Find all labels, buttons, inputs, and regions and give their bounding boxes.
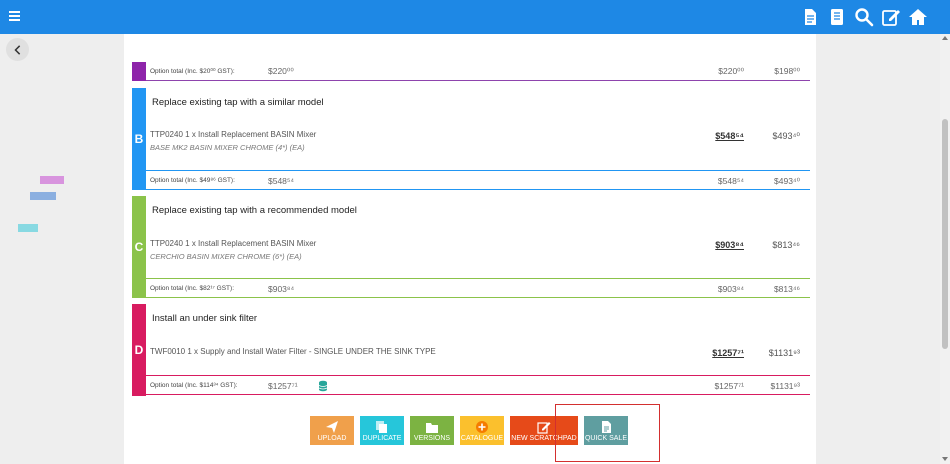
option-total-price: $220⁰⁰ <box>718 66 744 76</box>
line-item: TTP0240 1 x Install Replacement BASIN Mi… <box>150 130 316 139</box>
option-total-row: Option total (Inc. $49⁸⁶ GST): $548⁵⁴ $5… <box>146 170 810 190</box>
item-code: TWF0010 <box>150 347 186 356</box>
versions-button[interactable]: VERSIONS <box>410 416 454 445</box>
versions-button-label: VERSIONS <box>413 435 451 442</box>
back-button[interactable] <box>6 38 29 61</box>
item-description: x Supply and Install Water Filter - SING… <box>194 347 436 356</box>
option-d[interactable]: D Install an under sink filter TWF0010 1… <box>132 304 810 396</box>
upload-button[interactable]: UPLOAD <box>310 416 354 445</box>
duplicate-icon <box>376 421 387 433</box>
top-toolbar <box>800 7 928 27</box>
item-code: TTP0240 <box>150 130 183 139</box>
item-code: TTP0240 <box>150 239 183 248</box>
option-total-label: Option total (Inc. $49⁸⁶ GST): <box>150 177 235 184</box>
option-total-alt-price: $1131⁹³ <box>770 381 800 391</box>
top-app-bar <box>0 0 950 34</box>
edit-icon[interactable] <box>881 7 901 27</box>
item-alt-price: $813⁴⁶ <box>772 240 800 250</box>
item-qty: 1 <box>185 130 190 139</box>
plus-circle-icon <box>476 421 488 433</box>
item-alt-price: $493⁴⁰ <box>772 131 801 141</box>
option-total-row-previous: Option total (Inc. $20⁰⁰ GST): $220⁰⁰ $2… <box>132 62 810 81</box>
scroll-up-icon[interactable] <box>942 36 948 40</box>
catalogue-button[interactable]: CATALOGUE <box>460 416 504 445</box>
option-total-row: Option total (Inc. $114³⁴ GST): $1257⁷¹ … <box>146 375 810 395</box>
render-artifact <box>30 192 56 200</box>
document-icon[interactable] <box>800 7 820 27</box>
duplicate-button[interactable]: DUPLICATE <box>360 416 404 445</box>
edit-icon <box>537 422 551 434</box>
catalogue-button-label: CATALOGUE <box>460 435 504 442</box>
item-subdescription: BASE MK2 BASIN MIXER CHROME (4*) (EA) <box>150 143 305 152</box>
option-total-value: $903⁸⁴ <box>268 284 295 294</box>
option-title: Replace existing tap with a similar mode… <box>152 97 324 108</box>
option-letter-badge: B <box>132 88 146 190</box>
option-title: Install an under sink filter <box>152 313 258 324</box>
stack-icon[interactable] <box>318 380 328 392</box>
option-total-price: $1257⁷¹ <box>714 381 744 391</box>
duplicate-button-label: DUPLICATE <box>362 435 402 442</box>
option-total-alt-price: $813⁴⁶ <box>773 284 800 294</box>
option-total-alt-price: $493⁴⁰ <box>774 176 800 186</box>
option-total-price: $548⁵⁴ <box>717 176 744 186</box>
render-artifact <box>18 224 38 232</box>
scrollbar-thumb[interactable] <box>942 119 948 349</box>
option-total-label: Option total (Inc. $114³⁴ GST): <box>150 382 238 389</box>
notes-icon[interactable] <box>827 7 847 27</box>
item-price[interactable]: $903⁸⁴ <box>715 240 744 250</box>
item-description: x Install Replacement BASIN Mixer <box>191 239 317 248</box>
send-icon <box>326 421 338 433</box>
option-letter-badge: D <box>132 304 146 396</box>
item-qty: 1 <box>185 239 190 248</box>
option-color-bar <box>132 62 146 81</box>
render-artifact <box>40 176 64 184</box>
home-icon[interactable] <box>908 7 928 27</box>
option-total-label: Option total (Inc. $82¹⁷ GST): <box>150 285 234 292</box>
item-alt-price: $1131⁹³ <box>768 348 800 358</box>
option-total-row: Option total (Inc. $82¹⁷ GST): $903⁸⁴ $9… <box>146 278 810 298</box>
scroll-down-icon[interactable] <box>942 457 948 461</box>
menu-icon[interactable] <box>9 11 20 21</box>
item-description: x Install Replacement BASIN Mixer <box>191 130 317 139</box>
item-price[interactable]: $548⁵⁴ <box>715 131 744 141</box>
line-item: TWF0010 1 x Supply and Install Water Fil… <box>150 347 436 356</box>
annotation-highlight-box <box>555 404 660 462</box>
option-total-value: $548⁵⁴ <box>268 176 295 186</box>
upload-button-label: UPLOAD <box>317 435 347 442</box>
item-subdescription: CERCHIO BASIN MIXER CHROME (6*) (EA) <box>150 252 302 261</box>
option-total-value: $220⁰⁰ <box>268 66 294 76</box>
option-b[interactable]: B Replace existing tap with a similar mo… <box>132 88 810 190</box>
option-total-alt-price: $198⁰⁰ <box>774 66 800 76</box>
item-qty: 1 <box>187 347 192 356</box>
option-total-value: $1257⁷¹ <box>268 381 298 391</box>
chevron-left-icon <box>13 44 20 55</box>
option-total-price: $903⁸⁴ <box>717 284 744 294</box>
option-letter-badge: C <box>132 196 146 298</box>
item-price[interactable]: $1257⁷¹ <box>712 348 744 358</box>
vertical-scrollbar[interactable] <box>940 34 950 464</box>
line-item: TTP0240 1 x Install Replacement BASIN Mi… <box>150 239 316 248</box>
option-c[interactable]: C Replace existing tap with a recommende… <box>132 196 810 298</box>
option-title: Replace existing tap with a recommended … <box>152 205 357 216</box>
option-total-label: Option total (Inc. $20⁰⁰ GST): <box>150 68 235 75</box>
folder-icon <box>426 423 438 433</box>
search-icon[interactable] <box>854 7 874 27</box>
